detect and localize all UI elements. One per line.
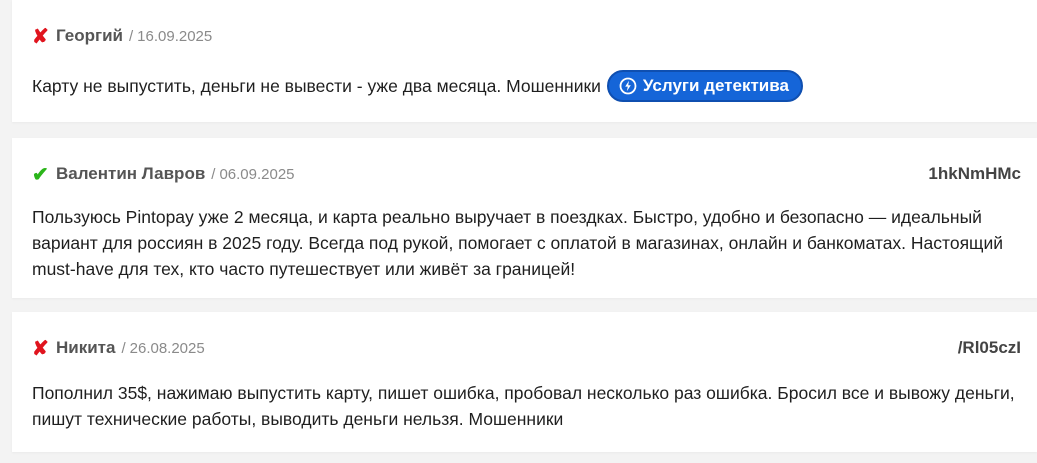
review-date-value: 16.09.2025 — [137, 27, 213, 45]
review-date: /26.08.2025 — [121, 340, 204, 357]
date-separator: / — [211, 165, 216, 183]
review-card: ✘ Никита /26.08.2025 /Rl05czI Пополнил 3… — [12, 312, 1037, 452]
review-code: 1hkNmHMc — [928, 164, 1021, 183]
review-text: Пользуюсь Pintopay уже 2 месяца, и карта… — [32, 207, 1003, 279]
review-date-value: 26.08.2025 — [129, 339, 205, 357]
review-author[interactable]: Георгий — [56, 26, 123, 46]
review-header: ✔ Валентин Лавров /06.09.2025 1hkNmHMc — [32, 162, 1021, 186]
review-header: ✘ Никита /26.08.2025 /Rl05czI — [32, 336, 1021, 360]
negative-mark-icon: ✘ — [32, 337, 49, 360]
review-author[interactable]: Никита — [56, 338, 115, 358]
detective-services-label: Услуги детектива — [642, 76, 789, 95]
lightning-circle-icon — [619, 77, 637, 95]
review-text: Пополнил 35$, нажимаю выпустить карту, п… — [32, 383, 1015, 429]
review-card: ✔ Валентин Лавров /06.09.2025 1hkNmHMc П… — [12, 138, 1037, 298]
review-card: ✘ Георгий /16.09.2025 Карту не выпустить… — [12, 0, 1037, 122]
negative-mark-icon: ✘ — [32, 25, 49, 48]
detective-services-button[interactable]: Услуги детектива — [606, 70, 803, 102]
review-header: ✘ Георгий /16.09.2025 — [32, 24, 1021, 48]
date-separator: / — [128, 27, 134, 45]
positive-mark-icon: ✔ — [32, 163, 49, 186]
review-text: Карту не выпустить, деньги не вывести - … — [32, 76, 601, 96]
review-date-value: 06.09.2025 — [219, 165, 295, 183]
review-text-row: Карту не выпустить, деньги не вывести - … — [32, 70, 1027, 102]
review-author[interactable]: Валентин Лавров — [56, 164, 205, 184]
date-separator: / — [121, 339, 126, 357]
review-date: /06.09.2025 — [211, 166, 294, 183]
review-code: /Rl05czI — [957, 338, 1021, 357]
review-date: /16.09.2025 — [129, 28, 212, 45]
